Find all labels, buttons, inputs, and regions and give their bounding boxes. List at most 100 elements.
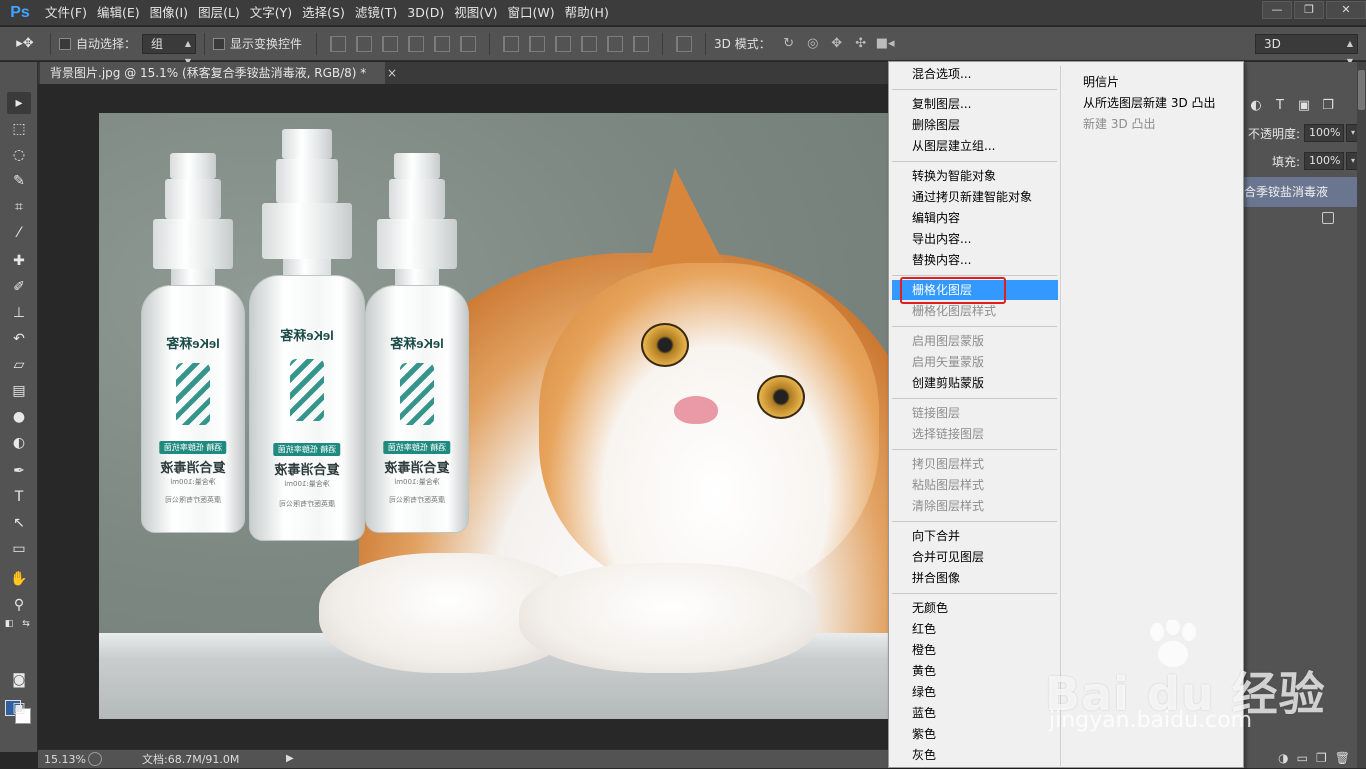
- quick-mask-icon[interactable]: ◙: [7, 669, 31, 691]
- filter-smart-object-icon[interactable]: ❐: [1316, 98, 1340, 113]
- context-menu-item[interactable]: 编辑内容: [892, 208, 1058, 228]
- hand-tool-icon[interactable]: ✋: [7, 568, 31, 590]
- menu-item[interactable]: 文字(Y): [245, 0, 297, 26]
- align-vcenter-icon[interactable]: [356, 35, 373, 52]
- align-top-icon[interactable]: [330, 35, 347, 52]
- type-tool-icon[interactable]: T: [7, 486, 31, 508]
- context-menu-item[interactable]: 灰色: [892, 745, 1058, 765]
- swap-colors-icon[interactable]: ⇆: [20, 618, 32, 630]
- layer-item-selected[interactable]: 合季铵盐消毒液: [1244, 177, 1358, 207]
- status-info-icon[interactable]: [88, 752, 102, 766]
- quick-select-tool-icon[interactable]: ✎: [7, 170, 31, 192]
- 3d-slide-icon[interactable]: ✣: [852, 36, 870, 52]
- shape-tool-icon[interactable]: ▭: [7, 538, 31, 560]
- mask-icon[interactable]: ◑: [1278, 751, 1288, 765]
- tab-close-icon[interactable]: ×: [387, 62, 403, 84]
- distribute-vcenter-icon[interactable]: [529, 35, 546, 52]
- zoom-tool-icon[interactable]: ⚲: [7, 594, 31, 616]
- minimize-button[interactable]: —: [1262, 1, 1292, 19]
- eraser-tool-icon[interactable]: ▱: [7, 354, 31, 376]
- workspace-dropdown[interactable]: 3D ▲▼: [1255, 34, 1358, 66]
- close-window-button[interactable]: ✕: [1326, 1, 1366, 19]
- path-select-tool-icon[interactable]: ↖: [7, 512, 31, 534]
- context-menu-item[interactable]: 创建剪贴蒙版: [892, 373, 1058, 393]
- menu-item[interactable]: 选择(S): [297, 0, 350, 26]
- context-menu-item[interactable]: 明信片: [1062, 72, 1242, 93]
- 3d-rotate-icon[interactable]: ↻: [780, 36, 798, 52]
- context-menu-item[interactable]: 红色: [892, 619, 1058, 639]
- menu-item[interactable]: 窗口(W): [503, 0, 560, 26]
- restore-button[interactable]: ❐: [1294, 1, 1324, 19]
- gradient-tool-icon[interactable]: ▤: [7, 380, 31, 402]
- filter-shape-icon[interactable]: ▣: [1292, 98, 1316, 113]
- menu-item[interactable]: 图层(L): [193, 0, 245, 26]
- 3d-scale-icon[interactable]: ■◂: [876, 36, 895, 52]
- dodge-tool-icon[interactable]: ◐: [7, 432, 31, 454]
- menu-item[interactable]: 滤镜(T): [350, 0, 402, 26]
- move-tool-preset-icon[interactable]: ▸✥: [8, 33, 42, 55]
- menu-item[interactable]: 帮助(H): [560, 0, 614, 26]
- 3d-pan-icon[interactable]: ✥: [828, 36, 846, 52]
- align-right-icon[interactable]: [460, 35, 477, 52]
- opacity-input[interactable]: 100%: [1304, 124, 1345, 142]
- show-transform-checkbox[interactable]: [213, 37, 226, 50]
- context-menu-item[interactable]: 无颜色: [892, 598, 1058, 618]
- crop-tool-icon[interactable]: ⌗: [7, 196, 31, 218]
- context-menu-item[interactable]: 导出内容...: [892, 229, 1058, 249]
- context-menu-item[interactable]: 复制图层...: [892, 94, 1058, 114]
- align-left-icon[interactable]: [408, 35, 425, 52]
- distribute-hcenter-icon[interactable]: [607, 35, 624, 52]
- distribute-top-icon[interactable]: [503, 35, 520, 52]
- delete-layer-icon[interactable]: 🗑: [1335, 751, 1350, 765]
- auto-align-icon[interactable]: [676, 35, 693, 52]
- clone-stamp-tool-icon[interactable]: ⊥: [7, 302, 31, 324]
- document-image[interactable]: leKe秝客 酒精 低醇率抗菌 复合消毒液 净含量:100ml 康英医疗有限公司…: [99, 113, 888, 719]
- pen-tool-icon[interactable]: ✒: [7, 460, 31, 482]
- status-menu-arrow-icon[interactable]: ▶: [286, 753, 294, 764]
- panel-scrollbar[interactable]: [1357, 62, 1366, 768]
- menu-item[interactable]: 视图(V): [449, 0, 502, 26]
- context-menu-item[interactable]: 蓝色: [892, 703, 1058, 723]
- context-menu-item[interactable]: 通过拷贝新建智能对象: [892, 187, 1058, 207]
- canvas-area[interactable]: leKe秝客 酒精 低醇率抗菌 复合消毒液 净含量:100ml 康英医疗有限公司…: [38, 84, 888, 749]
- context-menu-item[interactable]: 橙色: [892, 640, 1058, 660]
- auto-select-checkbox[interactable]: [59, 37, 71, 50]
- context-menu-item[interactable]: 栅格化图层: [892, 280, 1058, 300]
- default-colors-icon[interactable]: ◧: [3, 618, 15, 630]
- screen-mode-icon[interactable]: ▣: [7, 697, 31, 719]
- lasso-tool-icon[interactable]: ◌: [7, 144, 31, 166]
- auto-select-dropdown[interactable]: 组 ▲ ▼: [142, 33, 197, 66]
- context-menu-item[interactable]: 向下合并: [892, 526, 1058, 546]
- menu-item[interactable]: 编辑(E): [92, 0, 145, 26]
- menu-item[interactable]: 文件(F): [40, 0, 92, 26]
- context-menu-item[interactable]: 黄色: [892, 661, 1058, 681]
- context-menu-item[interactable]: 转换为智能对象: [892, 166, 1058, 186]
- healing-brush-tool-icon[interactable]: ✚: [7, 250, 31, 272]
- new-layer-icon[interactable]: ❐: [1316, 751, 1327, 765]
- blur-tool-icon[interactable]: ●: [7, 406, 31, 428]
- eyedropper-tool-icon[interactable]: ⁄: [7, 222, 31, 244]
- fill-input[interactable]: 100%: [1304, 152, 1345, 170]
- context-menu-item[interactable]: 混合选项...: [892, 64, 1058, 84]
- context-menu-item[interactable]: 从所选图层新建 3D 凸出: [1062, 93, 1242, 114]
- distribute-left-icon[interactable]: [581, 35, 598, 52]
- scrollbar-thumb[interactable]: [1358, 70, 1365, 110]
- marquee-tool-icon[interactable]: ⬚: [7, 118, 31, 140]
- context-menu-item[interactable]: 替换内容...: [892, 250, 1058, 270]
- brush-tool-icon[interactable]: ✐: [7, 276, 31, 298]
- align-bottom-icon[interactable]: [382, 35, 399, 52]
- 3d-roll-icon[interactable]: ◎: [804, 36, 822, 52]
- distribute-bottom-icon[interactable]: [555, 35, 572, 52]
- context-menu-item[interactable]: 从图层建立组...: [892, 136, 1058, 156]
- filter-adjustment-icon[interactable]: ◐: [1244, 98, 1268, 113]
- move-tool-icon[interactable]: ▸: [7, 92, 31, 114]
- context-menu-item[interactable]: 绿色: [892, 682, 1058, 702]
- filter-type-icon[interactable]: T: [1268, 98, 1292, 113]
- context-menu-item[interactable]: 拼合图像: [892, 568, 1058, 588]
- context-menu-item[interactable]: 删除图层: [892, 115, 1058, 135]
- context-menu-item[interactable]: 紫色: [892, 724, 1058, 744]
- distribute-right-icon[interactable]: [633, 35, 650, 52]
- context-menu-item[interactable]: 合并可见图层: [892, 547, 1058, 567]
- menu-item[interactable]: 3D(D): [402, 0, 449, 26]
- zoom-level[interactable]: 15.13%: [38, 753, 88, 766]
